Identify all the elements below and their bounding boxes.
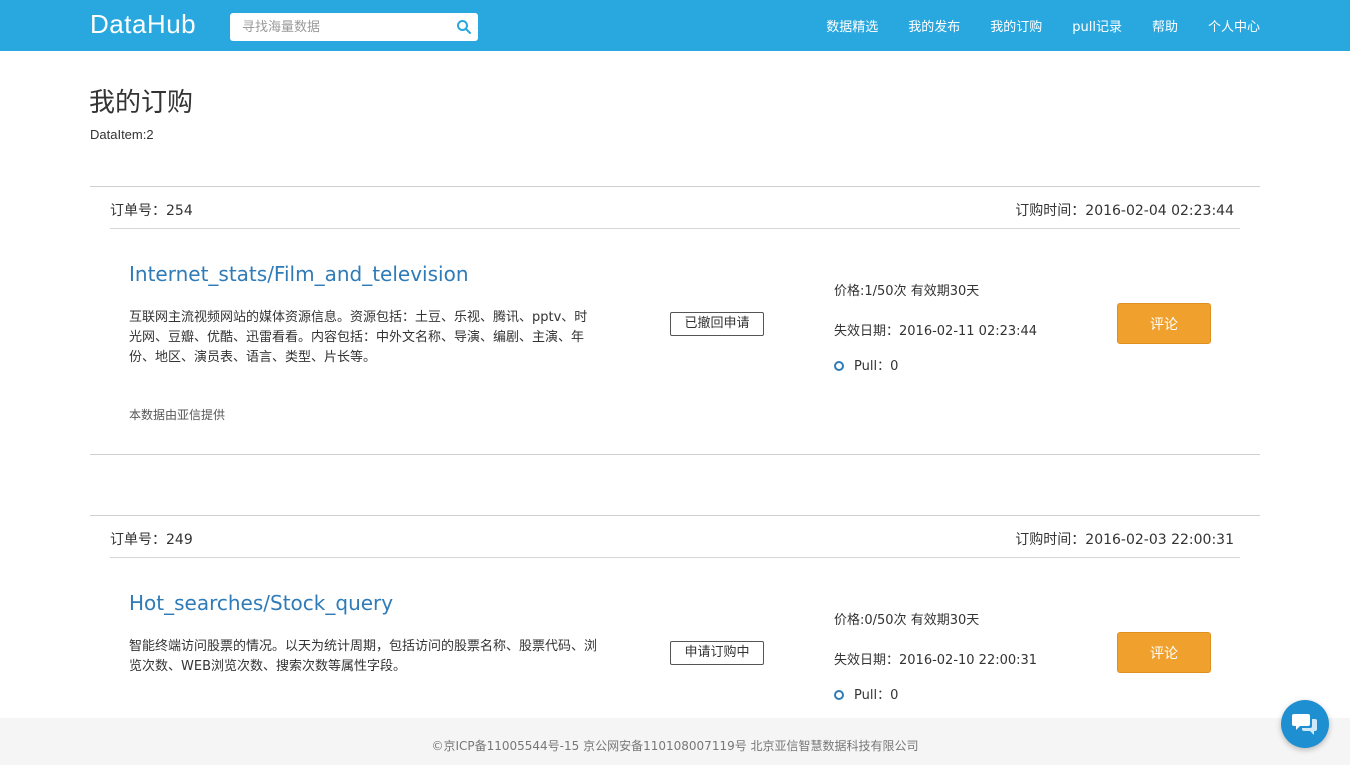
data-item-description: 智能终端访问股票的情况。以天为统计周期，包括访问的股票名称、股票代码、浏览次数、… — [129, 639, 598, 674]
item-count: DataItem:2 — [90, 127, 154, 142]
pull-dot-icon — [834, 361, 844, 371]
nav-my-publish[interactable]: 我的发布 — [908, 16, 960, 35]
footer-copyright: ©京ICP备11005544号-15 京公网安备110108007119号 北京… — [431, 739, 919, 753]
status-badge: 已撤回申请 — [670, 312, 764, 336]
data-item-title-link[interactable]: Internet_stats/Film_and_television — [129, 262, 469, 286]
pull-count: Pull：0 — [834, 684, 898, 703]
nav-personal-center[interactable]: 个人中心 — [1208, 16, 1260, 35]
order-time: 订购时间：2016-02-03 22:00:31 — [1015, 532, 1234, 548]
page-title: 我的订购 — [89, 88, 194, 118]
order-card: 订单号：249 订购时间：2016-02-03 22:00:31 Hot_sea… — [90, 515, 1260, 725]
top-navbar: DataHub 数据精选 我的发布 我的订购 pull记录 帮助 个人中心 — [0, 0, 1350, 51]
search-input[interactable] — [230, 13, 450, 41]
nav-help[interactable]: 帮助 — [1152, 16, 1178, 35]
order-number: 订单号：249 — [110, 532, 193, 548]
divider — [90, 186, 1260, 187]
logo[interactable]: DataHub — [90, 9, 196, 40]
pull-count: Pull：0 — [834, 355, 898, 374]
status-badge: 申请订购中 — [670, 641, 764, 665]
expiry-date: 失效日期：2016-02-10 22:00:31 — [834, 653, 1038, 668]
comment-button[interactable]: 评论 — [1117, 632, 1211, 673]
order-time: 订购时间：2016-02-04 02:23:44 — [1015, 203, 1234, 219]
order-card: 订单号：254 订购时间：2016-02-04 02:23:44 Interne… — [90, 186, 1260, 456]
price-info: 价格:1/50次 有效期30天 — [834, 284, 980, 299]
divider — [110, 228, 1240, 229]
price-info: 价格:0/50次 有效期30天 — [834, 613, 980, 628]
divider — [110, 557, 1240, 558]
divider — [90, 454, 1260, 455]
data-item-title-link[interactable]: Hot_searches/Stock_query — [129, 591, 393, 615]
nav-data-selection[interactable]: 数据精选 — [826, 16, 878, 35]
data-provider: 本数据由亚信提供 — [129, 408, 226, 422]
chat-button[interactable] — [1281, 700, 1329, 748]
footer: ©京ICP备11005544号-15 京公网安备110108007119号 北京… — [0, 718, 1350, 765]
divider — [90, 515, 1260, 516]
data-item-description: 互联网主流视频网站的媒体资源信息。资源包括：土豆、乐视、腾讯、pptv、时光网、… — [129, 310, 588, 365]
pull-dot-icon — [834, 690, 844, 700]
search-icon[interactable] — [456, 19, 472, 35]
search-box — [230, 13, 478, 41]
pull-count-label: Pull：0 — [854, 688, 899, 703]
nav-pull-records[interactable]: pull记录 — [1072, 16, 1122, 35]
main-nav: 数据精选 我的发布 我的订购 pull记录 帮助 个人中心 — [796, 0, 1260, 51]
nav-my-subscriptions[interactable]: 我的订购 — [990, 16, 1042, 35]
comment-button[interactable]: 评论 — [1117, 303, 1211, 344]
order-number: 订单号：254 — [110, 203, 193, 219]
expiry-date: 失效日期：2016-02-11 02:23:44 — [834, 324, 1038, 339]
chat-icon — [1292, 714, 1317, 735]
pull-count-label: Pull：0 — [854, 359, 899, 374]
